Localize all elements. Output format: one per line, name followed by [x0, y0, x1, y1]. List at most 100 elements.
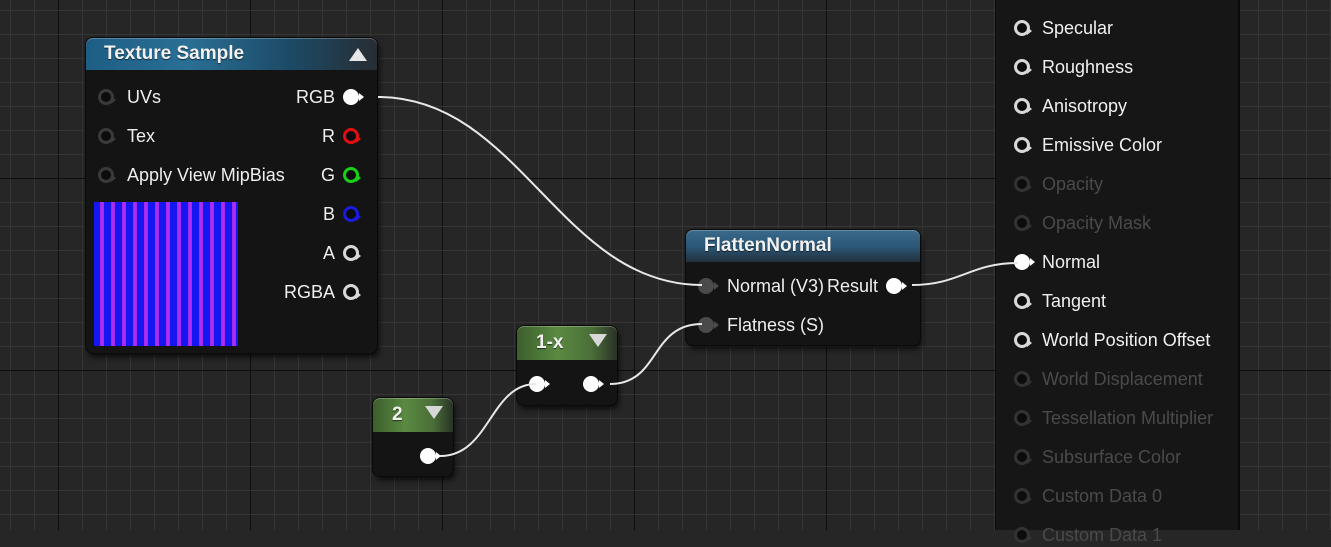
material-pin-anisotropy[interactable]: Anisotropy	[1014, 94, 1127, 118]
output-pin-result[interactable]: Result	[826, 275, 907, 297]
pin-label: Opacity	[1042, 173, 1104, 194]
pin-icon[interactable]	[1014, 59, 1032, 75]
pin-icon[interactable]	[698, 278, 719, 294]
output-pin-r[interactable]: R	[322, 125, 361, 147]
pin-label: Normal (V3)	[727, 275, 825, 296]
pin-icon[interactable]	[1014, 527, 1032, 543]
pin-icon[interactable]	[1014, 137, 1032, 153]
constant-output-pin[interactable]	[420, 445, 441, 467]
pin-label: Anisotropy	[1042, 95, 1128, 116]
pin-label: Custom Data 1	[1042, 524, 1163, 545]
pin-label: G	[320, 164, 335, 185]
pin-label: A	[322, 242, 335, 263]
pin-icon[interactable]	[1014, 488, 1032, 504]
texture-sample-title: Texture Sample	[104, 43, 245, 64]
input-pin-uvs[interactable]: UVs	[98, 86, 161, 108]
output-pin-b[interactable]: B	[323, 203, 361, 225]
material-pin-world-position-offset[interactable]: World Position Offset	[1014, 328, 1210, 352]
material-pin-tessellation-multiplier[interactable]: Tessellation Multiplier	[1014, 406, 1213, 430]
pin-icon[interactable]	[343, 284, 361, 300]
one-minus-header[interactable]: 1-x	[517, 326, 617, 360]
pin-icon[interactable]	[98, 128, 116, 144]
pin-label: Apply View MipBias	[127, 164, 285, 185]
flatten-normal-node[interactable]: FlattenNormal Normal (V3) Flatness (S) R…	[686, 230, 920, 345]
pin-icon[interactable]	[1014, 371, 1032, 387]
pin-label: RGB	[295, 86, 335, 107]
expand-triangle-icon[interactable]	[589, 334, 607, 347]
constant-value: 2	[392, 404, 403, 425]
pin-label: Tangent	[1042, 290, 1107, 311]
pin-icon[interactable]	[1014, 98, 1032, 114]
texture-preview-thumbnail	[94, 202, 238, 346]
pin-label: Roughness	[1042, 56, 1134, 77]
pin-label: Tex	[127, 125, 156, 146]
constant-header[interactable]: 2	[373, 398, 453, 432]
pin-label: UVs	[127, 86, 162, 107]
pin-label: Normal	[1042, 251, 1101, 272]
material-pin-world-displacement[interactable]: World Displacement	[1014, 367, 1203, 391]
input-pin-flatness[interactable]: Flatness (S)	[698, 314, 824, 336]
one-minus-output-pin[interactable]	[583, 373, 604, 395]
pin-icon[interactable]	[1014, 410, 1032, 426]
pin-icon[interactable]	[1014, 254, 1035, 270]
output-pin-g[interactable]: G	[320, 164, 361, 186]
pin-icon[interactable]	[529, 376, 550, 392]
output-pin-rgb[interactable]: RGB	[295, 86, 364, 108]
output-pin-rgba[interactable]: RGBA	[283, 281, 361, 303]
pin-label: Subsurface Color	[1042, 446, 1182, 467]
pin-icon[interactable]	[1014, 449, 1032, 465]
material-pin-opacity-mask[interactable]: Opacity Mask	[1014, 211, 1151, 235]
material-pin-custom-data-0[interactable]: Custom Data 0	[1014, 484, 1162, 508]
pin-icon[interactable]	[1014, 293, 1032, 309]
pin-icon[interactable]	[1014, 215, 1032, 231]
pin-label: Opacity Mask	[1042, 212, 1152, 233]
pin-icon[interactable]	[98, 167, 116, 183]
material-pin-subsurface-color[interactable]: Subsurface Color	[1014, 445, 1181, 469]
one-minus-input-pin[interactable]	[529, 373, 550, 395]
pin-icon[interactable]	[98, 89, 116, 105]
texture-sample-header[interactable]: Texture Sample	[86, 38, 377, 70]
material-pin-tangent[interactable]: Tangent	[1014, 289, 1106, 313]
material-pin-specular[interactable]: Specular	[1014, 16, 1113, 40]
pin-icon[interactable]	[1014, 20, 1032, 36]
material-pin-opacity[interactable]: Opacity	[1014, 172, 1103, 196]
constant-node[interactable]: 2	[373, 398, 453, 476]
pin-label: Specular	[1042, 17, 1114, 38]
material-pin-normal[interactable]: Normal	[1014, 250, 1100, 274]
pin-icon[interactable]	[343, 245, 361, 261]
pin-icon[interactable]	[583, 376, 604, 392]
pin-icon[interactable]	[1014, 332, 1032, 348]
input-pin-apply-view-mipbias[interactable]: Apply View MipBias	[98, 164, 285, 186]
one-minus-title: 1-x	[536, 332, 564, 353]
pin-label: World Displacement	[1042, 368, 1203, 389]
pin-label: RGBA	[283, 281, 335, 302]
collapse-triangle-icon[interactable]	[349, 48, 367, 61]
output-pin-a[interactable]: A	[322, 242, 361, 264]
pin-icon[interactable]	[343, 206, 361, 222]
pin-label: Tessellation Multiplier	[1042, 407, 1214, 428]
material-pin-roughness[interactable]: Roughness	[1014, 55, 1133, 79]
material-pin-custom-data-1[interactable]: Custom Data 1	[1014, 523, 1162, 547]
pin-icon[interactable]	[343, 167, 361, 183]
expand-triangle-icon[interactable]	[425, 406, 443, 419]
pin-label: Emissive Color	[1042, 134, 1163, 155]
input-pin-normal[interactable]: Normal (V3)	[698, 275, 824, 297]
pin-label: Flatness (S)	[727, 314, 825, 335]
one-minus-node[interactable]: 1-x	[517, 326, 617, 405]
pin-icon[interactable]	[698, 317, 719, 333]
pin-icon[interactable]	[1014, 176, 1032, 192]
pin-icon[interactable]	[343, 89, 364, 105]
pin-icon[interactable]	[420, 448, 441, 464]
material-pin-emissive-color[interactable]: Emissive Color	[1014, 133, 1162, 157]
pin-label: Custom Data 0	[1042, 485, 1163, 506]
pin-label: R	[322, 125, 335, 146]
flatten-normal-header[interactable]: FlattenNormal	[686, 230, 920, 262]
texture-sample-node[interactable]: Texture Sample UVs Tex Apply View MipBia…	[86, 38, 377, 353]
pin-label: World Position Offset	[1042, 329, 1211, 350]
pin-label: Result	[826, 275, 878, 296]
material-output-node[interactable]: Specular Roughness Anisotropy Emissive Colo…	[996, 0, 1238, 545]
flatten-normal-title: FlattenNormal	[704, 235, 832, 256]
input-pin-tex[interactable]: Tex	[98, 125, 155, 147]
pin-icon[interactable]	[343, 128, 361, 144]
pin-icon[interactable]	[886, 278, 907, 294]
